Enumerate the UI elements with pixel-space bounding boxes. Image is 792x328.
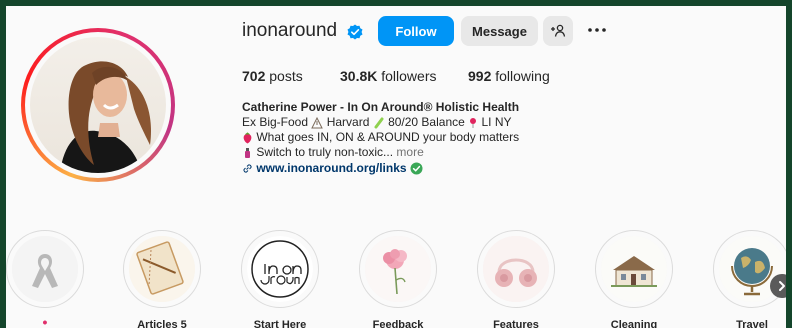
flower-icon [365,236,431,302]
house-icon [601,236,667,302]
bottle-icon [245,147,250,158]
verified-badge-icon [347,24,363,40]
bio-more-link[interactable]: more [393,145,423,159]
test-tube-icon [374,117,384,129]
verified-check-icon [410,162,423,175]
bio-line-1: Ex Big-Food Harvard 80/20 Balance LI NY [242,115,512,129]
link-icon [243,164,252,173]
following-value: 992 [468,68,492,84]
chevron-right-icon [779,281,785,291]
ellipsis-icon[interactable] [586,20,608,40]
bio-line-2: What goes IN, ON & AROUND your body matt… [242,130,519,145]
highlight-label: Articles 5 [137,319,187,328]
headphones-icon [483,236,549,302]
bio-website-link[interactable]: www.inonaround.org/links [242,161,423,176]
highlight-label: Features [493,319,539,328]
profile-page: inonaround Follow Message 702 posts 30.8… [6,6,786,328]
following-count[interactable]: 992 following [468,68,550,84]
highlight-label: Travel [736,319,768,328]
posts-label: posts [265,68,303,84]
posts-count: 702 posts [242,68,303,84]
highlight-label: Cleaning [610,319,658,328]
followers-count[interactable]: 30.8K followers [340,68,437,84]
bio-name: Catherine Power - In On Around® Holistic… [242,100,520,114]
followers-value: 30.8K [340,68,378,84]
in-on-around-logo-icon [247,236,313,302]
highlight-label: Start Here [253,319,307,328]
follow-button[interactable]: Follow [378,16,454,46]
username: inonaround [242,20,338,41]
warning-icon [311,116,324,129]
ribbon-icon [12,236,78,302]
pin-icon [470,117,477,128]
profile-avatar[interactable] [21,28,175,182]
add-friend-button[interactable] [543,16,573,46]
followers-label: followers [377,68,437,84]
message-button[interactable]: Message [461,16,538,46]
bio-link-text: www.inonaround.org/links [256,161,407,175]
highlight-label: • [42,314,48,328]
following-label: following [491,68,550,84]
highlight-label: Feedback [372,319,424,328]
bio-line-3: Switch to truly non-toxic... more [242,145,424,160]
notebook-icon [129,236,195,302]
person-add-icon [551,24,566,37]
strawberry-icon [243,132,252,144]
posts-value: 702 [242,68,266,84]
avatar-photo [30,37,166,173]
